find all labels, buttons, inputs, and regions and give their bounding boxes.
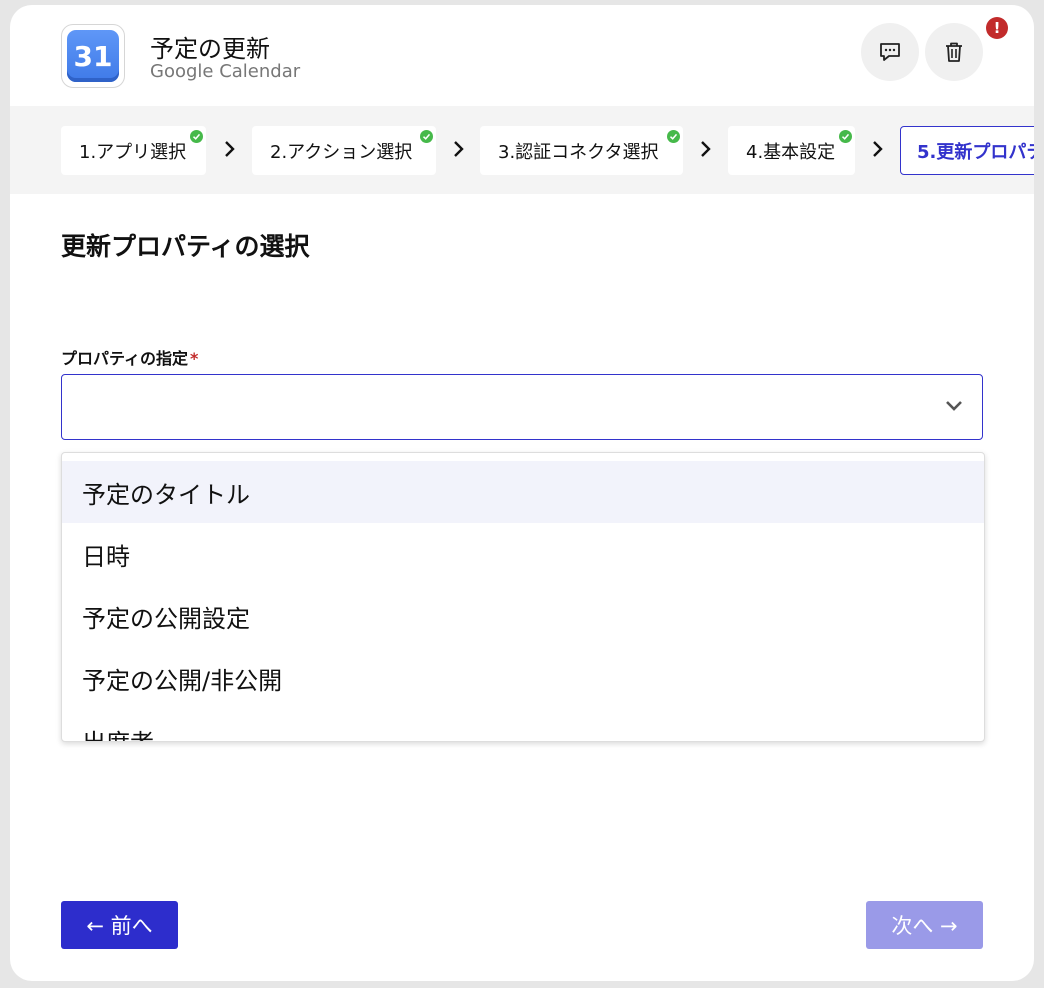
property-field-label-text: プロパティの指定 <box>61 349 189 368</box>
chevron-right-icon <box>701 141 711 157</box>
google-calendar-app-icon: 31 <box>61 24 125 88</box>
step-action-select[interactable]: 2.アクション選択 <box>252 126 436 175</box>
step-label: 4.基本設定 <box>746 141 836 163</box>
chevron-right-icon <box>873 141 883 157</box>
dropdown-option-visibility-setting[interactable]: 予定の公開設定 <box>62 585 984 647</box>
comment-button[interactable] <box>861 23 919 81</box>
property-field-label: プロパティの指定 * <box>61 345 198 369</box>
step-auth-connector-select[interactable]: 3.認証コネクタ選択 <box>480 126 683 175</box>
step-update-properties[interactable]: 5.更新プロパティ <box>900 126 1034 175</box>
dropdown-option-attendees[interactable]: 出席者 <box>62 709 984 742</box>
app-name: Google Calendar <box>150 61 301 82</box>
wizard-stepper: 1.アプリ選択 2.アクション選択 3.認証コネクタ選択 4.基本設定 5.更新… <box>10 106 1034 194</box>
check-icon <box>667 130 680 143</box>
previous-button[interactable]: ← 前へ <box>61 901 178 949</box>
check-icon <box>190 130 203 143</box>
step-label: 5.更新プロパティ <box>917 141 1034 163</box>
chevron-right-icon <box>454 141 464 157</box>
property-select[interactable] <box>61 374 983 440</box>
calendar-icon: 31 <box>67 30 119 82</box>
delete-button[interactable] <box>925 23 983 81</box>
next-button[interactable]: 次へ → <box>866 901 983 949</box>
check-icon <box>839 130 852 143</box>
alert-icon[interactable]: ! <box>986 17 1008 39</box>
page-title: 予定の更新 <box>150 35 270 63</box>
chevron-right-icon <box>225 141 235 157</box>
section-title: 更新プロパティの選択 <box>61 232 310 261</box>
step-basic-settings[interactable]: 4.基本設定 <box>728 126 855 175</box>
required-mark: * <box>190 349 199 368</box>
chevron-down-icon <box>946 401 962 411</box>
dropdown-option-public-private[interactable]: 予定の公開/非公開 <box>62 647 984 709</box>
dropdown-option-datetime[interactable]: 日時 <box>62 523 984 585</box>
main-panel: 31 予定の更新 Google Calendar 1.アプリ選択 2.アクション… <box>10 5 1034 981</box>
step-label: 1.アプリ選択 <box>79 141 187 163</box>
trash-icon <box>946 42 962 62</box>
step-app-select[interactable]: 1.アプリ選択 <box>61 126 206 175</box>
comment-icon <box>880 43 900 61</box>
step-label: 3.認証コネクタ選択 <box>498 141 659 163</box>
check-icon <box>420 130 433 143</box>
dropdown-option-event-title[interactable]: 予定のタイトル <box>62 461 984 523</box>
property-dropdown-menu: 予定のタイトル 日時 予定の公開設定 予定の公開/非公開 出席者 <box>61 452 985 742</box>
step-label: 2.アクション選択 <box>270 141 413 163</box>
